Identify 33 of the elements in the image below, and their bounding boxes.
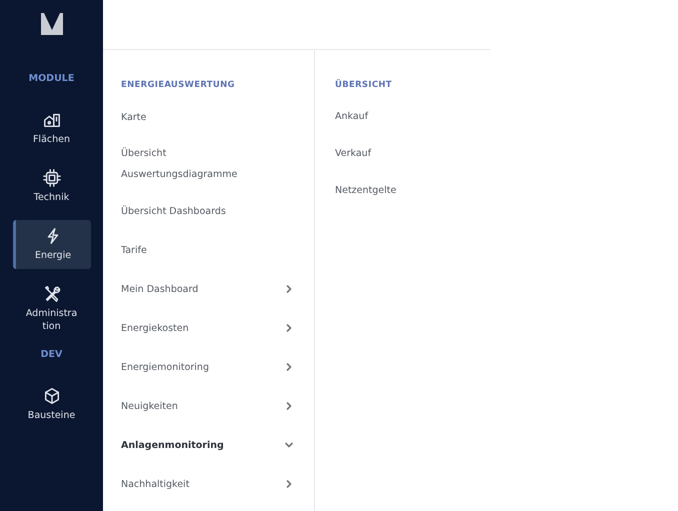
menu-item[interactable]: Übersicht Auswertungsdiagramme: [121, 143, 238, 185]
cube-icon: [42, 387, 60, 405]
submenu-heading: ÜBERSICHT: [335, 80, 393, 90]
menu-item[interactable]: Energiemonitoring: [121, 356, 209, 378]
chevron-icon[interactable]: [284, 440, 294, 450]
menu-item[interactable]: Tarife: [121, 240, 147, 260]
chevron-icon[interactable]: [284, 362, 294, 372]
nav-item[interactable]: Administra tion: [12, 278, 90, 340]
chevron-icon[interactable]: [284, 323, 294, 333]
menu-item[interactable]: Nachhaltigkeit: [121, 474, 190, 494]
section-heading: MODULE: [28, 73, 74, 84]
building-icon: [42, 111, 60, 129]
nav-item[interactable]: Technik: [12, 162, 90, 211]
nav-item[interactable]: Bausteine: [12, 380, 90, 429]
submenu-item[interactable]: Verkauf: [335, 148, 372, 159]
chevron-icon[interactable]: [284, 284, 294, 294]
section-heading: DEV: [40, 349, 62, 360]
menu-item[interactable]: Übersicht Dashboards: [121, 200, 226, 222]
menu-heading: ENERGIEAUSWERTUNG: [121, 80, 236, 90]
submenu-item[interactable]: Ankauf: [335, 111, 368, 122]
chevron-icon[interactable]: [284, 479, 294, 489]
nav-item[interactable]: Energie: [12, 220, 90, 269]
logo-icon[interactable]: [40, 13, 62, 35]
chip-icon: [42, 169, 60, 187]
menu-item[interactable]: Anlagenmonitoring: [121, 434, 224, 456]
nav-item[interactable]: Flächen: [12, 104, 90, 153]
menu-item[interactable]: Mein Dashboard: [121, 278, 198, 300]
menu-item[interactable]: Karte: [121, 106, 146, 128]
chevron-icon[interactable]: [284, 401, 294, 411]
menu-item[interactable]: Neuigkeiten: [121, 396, 178, 416]
tools-icon: [42, 285, 60, 303]
submenu-item[interactable]: Netzentgelte: [335, 185, 396, 196]
menu-item[interactable]: Energiekosten: [121, 318, 189, 338]
